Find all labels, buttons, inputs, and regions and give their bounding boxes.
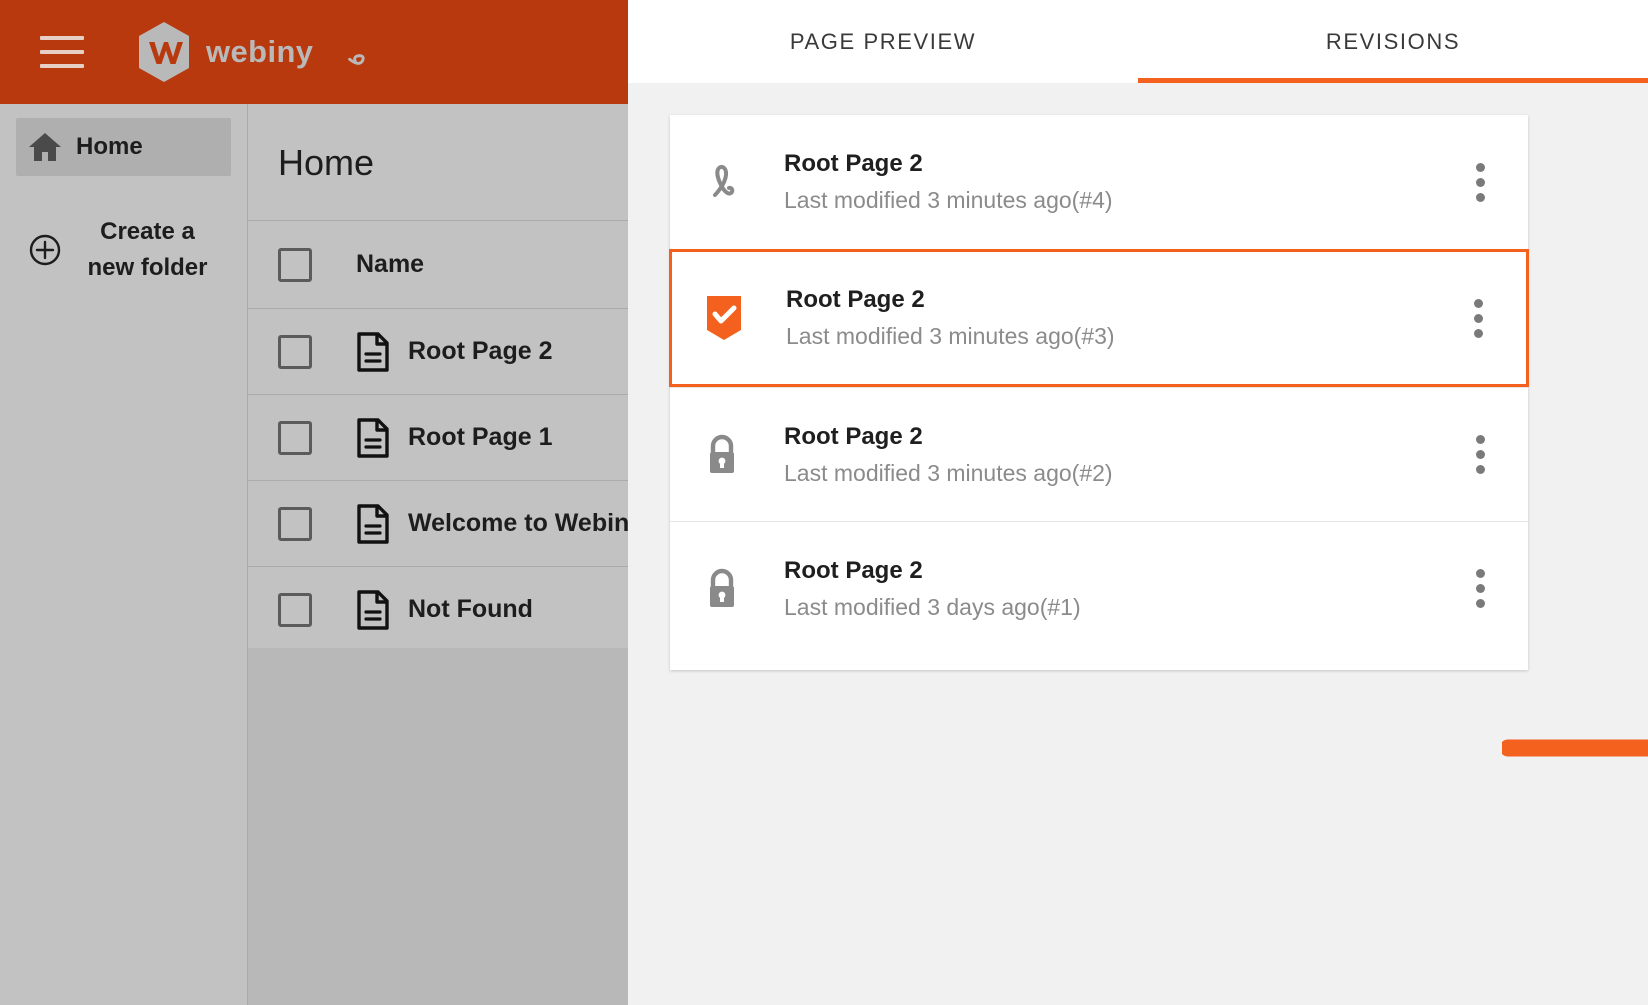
- list-empty-space: [248, 648, 628, 1005]
- revision-menu-button[interactable]: [1450, 569, 1510, 608]
- tab-label: REVISIONS: [1326, 29, 1460, 55]
- annotation-arrow: [1502, 727, 1648, 769]
- revision-menu-button[interactable]: [1450, 163, 1510, 202]
- sidebar-item-home[interactable]: Home: [16, 118, 231, 176]
- revision-text: Root Page 2 Last modified 3 minutes ago(…: [784, 423, 1450, 487]
- column-header-name: Name: [356, 250, 424, 279]
- revision-title: Root Page 2: [784, 423, 1450, 451]
- row-checkbox[interactable]: [278, 335, 312, 369]
- sidebar-item-label: Home: [76, 133, 143, 161]
- revision-item[interactable]: Root Page 2 Last modified 3 minutes ago(…: [670, 115, 1528, 249]
- top-bar: webiny: [0, 0, 628, 104]
- tab-revisions[interactable]: REVISIONS: [1138, 0, 1648, 83]
- revision-text: Root Page 2 Last modified 3 minutes ago(…: [786, 286, 1448, 350]
- document-icon: [356, 418, 390, 458]
- row-label: Root Page 1: [408, 423, 552, 452]
- document-icon: [356, 590, 390, 630]
- table-row[interactable]: Not Found: [248, 567, 628, 653]
- home-icon: [28, 132, 62, 162]
- svg-text:webiny: webiny: [206, 34, 314, 69]
- revision-item[interactable]: Root Page 2 Last modified 3 days ago(#1): [670, 521, 1528, 655]
- revision-text: Root Page 2 Last modified 3 days ago(#1): [784, 557, 1450, 621]
- revisions-list: Root Page 2 Last modified 3 minutes ago(…: [670, 115, 1528, 670]
- document-icon: [356, 504, 390, 544]
- draft-squiggle-icon: [694, 159, 750, 205]
- tab-label: PAGE PREVIEW: [790, 29, 976, 55]
- lock-icon: [694, 432, 750, 478]
- revision-meta: Last modified 3 days ago(#1): [784, 594, 1450, 621]
- brand-logo[interactable]: webiny: [136, 21, 379, 83]
- table-header-row: Name: [248, 221, 628, 309]
- row-label: Welcome to Webiny: [408, 509, 628, 538]
- webiny-wordmark: webiny: [206, 32, 379, 72]
- background-app: webiny Home Create a new folder: [0, 0, 628, 1005]
- revision-title: Root Page 2: [784, 150, 1450, 178]
- row-label: Not Found: [408, 595, 533, 624]
- revision-meta: Last modified 3 minutes ago(#4): [784, 187, 1450, 214]
- row-label: Root Page 2: [408, 337, 552, 366]
- table-row[interactable]: Root Page 2: [248, 309, 628, 395]
- tab-page-preview[interactable]: PAGE PREVIEW: [628, 0, 1138, 83]
- revision-title: Root Page 2: [784, 557, 1450, 585]
- revision-item-selected[interactable]: Root Page 2 Last modified 3 minutes ago(…: [669, 249, 1529, 387]
- select-all-checkbox[interactable]: [278, 248, 312, 282]
- document-icon: [356, 332, 390, 372]
- sidebar: Home Create a new folder: [0, 104, 248, 1005]
- w-hexagon-logo-icon: [136, 21, 192, 83]
- lock-icon: [694, 566, 750, 612]
- plus-circle-icon: [28, 233, 62, 267]
- revision-item[interactable]: Root Page 2 Last modified 3 minutes ago(…: [670, 387, 1528, 521]
- content-area: Home Name Root Page 2: [248, 104, 628, 1005]
- published-check-badge-icon: [696, 294, 752, 342]
- row-checkbox[interactable]: [278, 421, 312, 455]
- revision-meta: Last modified 3 minutes ago(#3): [786, 323, 1448, 350]
- table-row[interactable]: Root Page 1: [248, 395, 628, 481]
- panel-tabs: PAGE PREVIEW REVISIONS: [628, 0, 1648, 83]
- revision-meta: Last modified 3 minutes ago(#2): [784, 460, 1450, 487]
- table-row[interactable]: Welcome to Webiny: [248, 481, 628, 567]
- revision-menu-button[interactable]: [1450, 435, 1510, 474]
- revision-text: Root Page 2 Last modified 3 minutes ago(…: [784, 150, 1450, 214]
- sidebar-item-create-folder[interactable]: Create a new folder: [16, 200, 231, 300]
- sidebar-item-label: Create a new folder: [76, 214, 219, 286]
- page-title: Home: [248, 104, 628, 221]
- app-root: webiny Home Create a new folder: [0, 0, 1648, 1005]
- revisions-panel: PAGE PREVIEW REVISIONS Root Page 2 Last …: [628, 0, 1648, 1005]
- row-checkbox[interactable]: [278, 593, 312, 627]
- revision-menu-button[interactable]: [1448, 299, 1508, 338]
- hamburger-icon[interactable]: [40, 36, 84, 68]
- row-checkbox[interactable]: [278, 507, 312, 541]
- revision-title: Root Page 2: [786, 286, 1448, 314]
